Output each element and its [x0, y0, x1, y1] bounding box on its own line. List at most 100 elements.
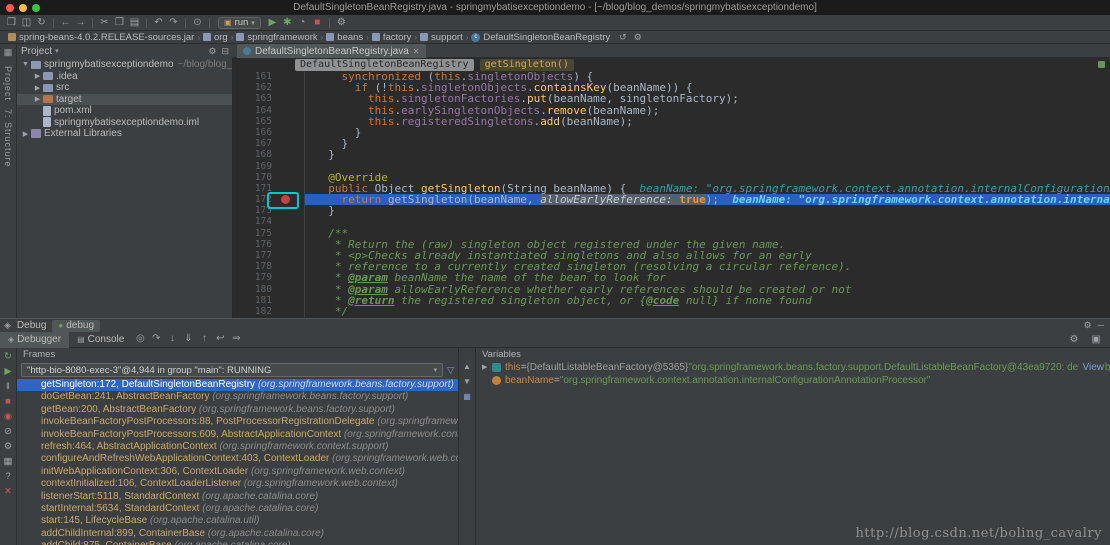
restore-layout-icon[interactable]: ▦ [463, 392, 471, 401]
settings-icon[interactable]: ⚙ [334, 17, 349, 28]
code-line[interactable]: 176 * Return the (raw) singleton object … [233, 239, 1110, 250]
scroll-down-icon[interactable]: ▼ [463, 377, 471, 386]
cut-icon[interactable]: ✂ [97, 17, 112, 28]
force-step-into-icon[interactable]: ⇓ [180, 333, 196, 348]
step-into-icon[interactable]: ↓ [164, 333, 180, 348]
breakpoint-icon[interactable] [281, 195, 290, 204]
code-line[interactable]: 161 synchronized (this.singletonObjects)… [233, 71, 1110, 82]
redo-icon[interactable]: ↷ [166, 17, 181, 28]
open-project-icon[interactable]: ❒ [4, 17, 19, 28]
expander-icon[interactable]: ▶ [33, 95, 42, 103]
mute-breakpoints-icon[interactable]: ⊘ [4, 426, 12, 437]
stack-frame-row[interactable]: getBean:200, AbstractBeanFactory (org.sp… [17, 404, 458, 416]
variable-row[interactable]: ▶this = {DefaultListableBeanFactory@5365… [476, 361, 1110, 374]
settings-icon[interactable]: ⚙ [208, 46, 216, 57]
code-line[interactable]: 179 * @param beanName the name of the be… [233, 272, 1110, 283]
editor-context-method[interactable]: getSingleton() [480, 59, 574, 71]
tab-debugger[interactable]: ◈Debugger [0, 332, 69, 348]
stack-frame-row[interactable]: addChild:875, ContainerBase (org.apache.… [17, 540, 458, 545]
tool-window-button-project[interactable]: Project [3, 66, 13, 101]
stack-frame-row[interactable]: doGetBean:241, AbstractBeanFactory (org.… [17, 391, 458, 403]
help-icon[interactable]: ? [5, 471, 10, 482]
editor-context-class[interactable]: DefaultSingletonBeanRegistry [295, 59, 474, 71]
pause-icon[interactable]: ‖ [6, 381, 10, 392]
expander-icon[interactable]: ▶ [33, 84, 42, 92]
tool-window-button-structure[interactable]: 7: Structure [3, 109, 13, 168]
inspection-status-icon[interactable] [1098, 61, 1105, 68]
settings-icon[interactable]: ⚙ [1084, 320, 1092, 331]
stack-frame-row[interactable]: initWebApplicationContext:306, ContextLo… [17, 466, 458, 478]
collapse-all-icon[interactable]: ⊟ [221, 46, 229, 57]
code-line[interactable]: 180 * @param allowEarlyReference whether… [233, 284, 1110, 295]
chevron-down-icon[interactable]: ▾ [55, 47, 59, 55]
code-line[interactable]: 165 this.registeredSingletons.add(beanNa… [233, 116, 1110, 127]
undo-icon[interactable]: ↶ [151, 17, 166, 28]
variable-row[interactable]: beanName = "org.springframework.context.… [476, 374, 1110, 387]
code-line[interactable]: 164 this.earlySingletonObjects.remove(be… [233, 105, 1110, 116]
stack-frame-row[interactable]: contextInitialized:106, ContextLoaderLis… [17, 478, 458, 490]
stack-frame-row[interactable]: listenerStart:5118, StandardContext (org… [17, 491, 458, 503]
save-all-icon[interactable]: ◫ [19, 17, 34, 28]
view-link[interactable]: View [1079, 361, 1105, 374]
tool-windows-icon[interactable]: ▦ [4, 47, 13, 58]
code-line[interactable]: 168 } [233, 149, 1110, 160]
drop-frame-icon[interactable]: ↩ [212, 333, 228, 348]
tree-item[interactable]: ▶External Libraries [17, 128, 232, 140]
code-line[interactable]: 182 */ [233, 306, 1110, 317]
tree-item[interactable]: ▶target [17, 94, 232, 106]
code-line[interactable]: 171 public Object getSingleton(String be… [233, 183, 1110, 194]
code-line[interactable]: 163 this.singletonFactories.put(beanName… [233, 93, 1110, 104]
tree-item[interactable]: ▶src [17, 82, 232, 94]
thread-selector[interactable]: "http-bio-8080-exec-3"@4,944 in group "m… [21, 363, 443, 377]
code-line[interactable]: 172 return getSingleton(beanName, allowE… [233, 194, 1110, 205]
step-out-icon[interactable]: ↑ [196, 333, 212, 348]
show-execution-point-icon[interactable]: ◎ [132, 333, 148, 348]
code-line[interactable]: 175 /** [233, 228, 1110, 239]
expander-icon[interactable]: ▼ [21, 61, 30, 68]
stack-frame-row[interactable]: invokeBeanFactoryPostProcessors:609, Abs… [17, 429, 458, 441]
code-line[interactable]: 174 [233, 216, 1110, 227]
history-icon[interactable]: ↺ [619, 32, 627, 43]
copy-icon[interactable]: ❐ [112, 17, 127, 28]
stop-icon[interactable]: ■ [5, 396, 11, 407]
filter-frames-icon[interactable]: ▽ [447, 365, 454, 376]
close-icon[interactable]: ✕ [4, 486, 12, 497]
view-breakpoints-icon[interactable]: ◉ [4, 411, 12, 422]
settings-icon[interactable]: ⚙ [1066, 334, 1082, 345]
breadcrumb-item[interactable]: springframework [234, 32, 319, 43]
stack-frame-row[interactable]: invokeBeanFactoryPostProcessors:88, Post… [17, 416, 458, 428]
editor-tab[interactable]: DefaultSingletonBeanRegistry.java ✕ [237, 44, 426, 58]
scroll-up-icon[interactable]: ▲ [463, 362, 471, 371]
tree-item[interactable]: pom.xml [17, 105, 232, 117]
stop-icon[interactable]: ■ [310, 17, 325, 28]
stack-frame-row[interactable]: start:145, LifecycleBase (org.apache.cat… [17, 515, 458, 527]
code-line[interactable]: 178 * reference to a currently created s… [233, 261, 1110, 272]
stack-frame-row[interactable]: getSingleton:172, DefaultSingletonBeanRe… [17, 379, 458, 391]
breadcrumb-item[interactable]: beans [324, 32, 365, 43]
filter-icon[interactable]: ⚙ [634, 32, 642, 43]
stack-frame-row[interactable]: addChildInternal:899, ContainerBase (org… [17, 528, 458, 540]
code-line[interactable]: 166 } [233, 127, 1110, 138]
stack-frame-row[interactable]: configureAndRefreshWebApplicationContext… [17, 453, 458, 465]
tab-console[interactable]: ▤Console [69, 332, 132, 348]
close-tab-icon[interactable]: ✕ [413, 47, 420, 56]
code-line[interactable]: 169 [233, 161, 1110, 172]
code-line[interactable]: 177 * <p>Checks already instantiated sin… [233, 250, 1110, 261]
restore-layout-icon[interactable]: ▦ [4, 456, 13, 467]
code-line[interactable]: 181 * @return the registered singleton o… [233, 295, 1110, 306]
code-line[interactable]: 170 @Override [233, 172, 1110, 183]
project-panel-title[interactable]: Project [21, 46, 52, 57]
back-icon[interactable]: ← [58, 17, 73, 28]
run-to-cursor-icon[interactable]: ⇒ [228, 333, 244, 348]
resume-icon[interactable]: ▶ [4, 366, 11, 377]
debug-session-tab[interactable]: ● debug [52, 320, 100, 332]
breadcrumb-item[interactable]: support [418, 32, 465, 43]
run-icon[interactable]: ▶ [265, 17, 280, 28]
settings-icon[interactable]: ⚙ [4, 441, 13, 452]
code-editor[interactable]: DefaultSingletonBeanRegistry getSingleto… [233, 58, 1110, 318]
hide-panel-icon[interactable]: ─ [1098, 320, 1104, 331]
code-line[interactable]: 167 } [233, 138, 1110, 149]
breadcrumb-item[interactable]: spring-beans-4.0.2.RELEASE-sources.jar [6, 32, 196, 43]
stack-frame-row[interactable]: refresh:464, AbstractApplicationContext … [17, 441, 458, 453]
expander-icon[interactable]: ▶ [21, 130, 30, 138]
